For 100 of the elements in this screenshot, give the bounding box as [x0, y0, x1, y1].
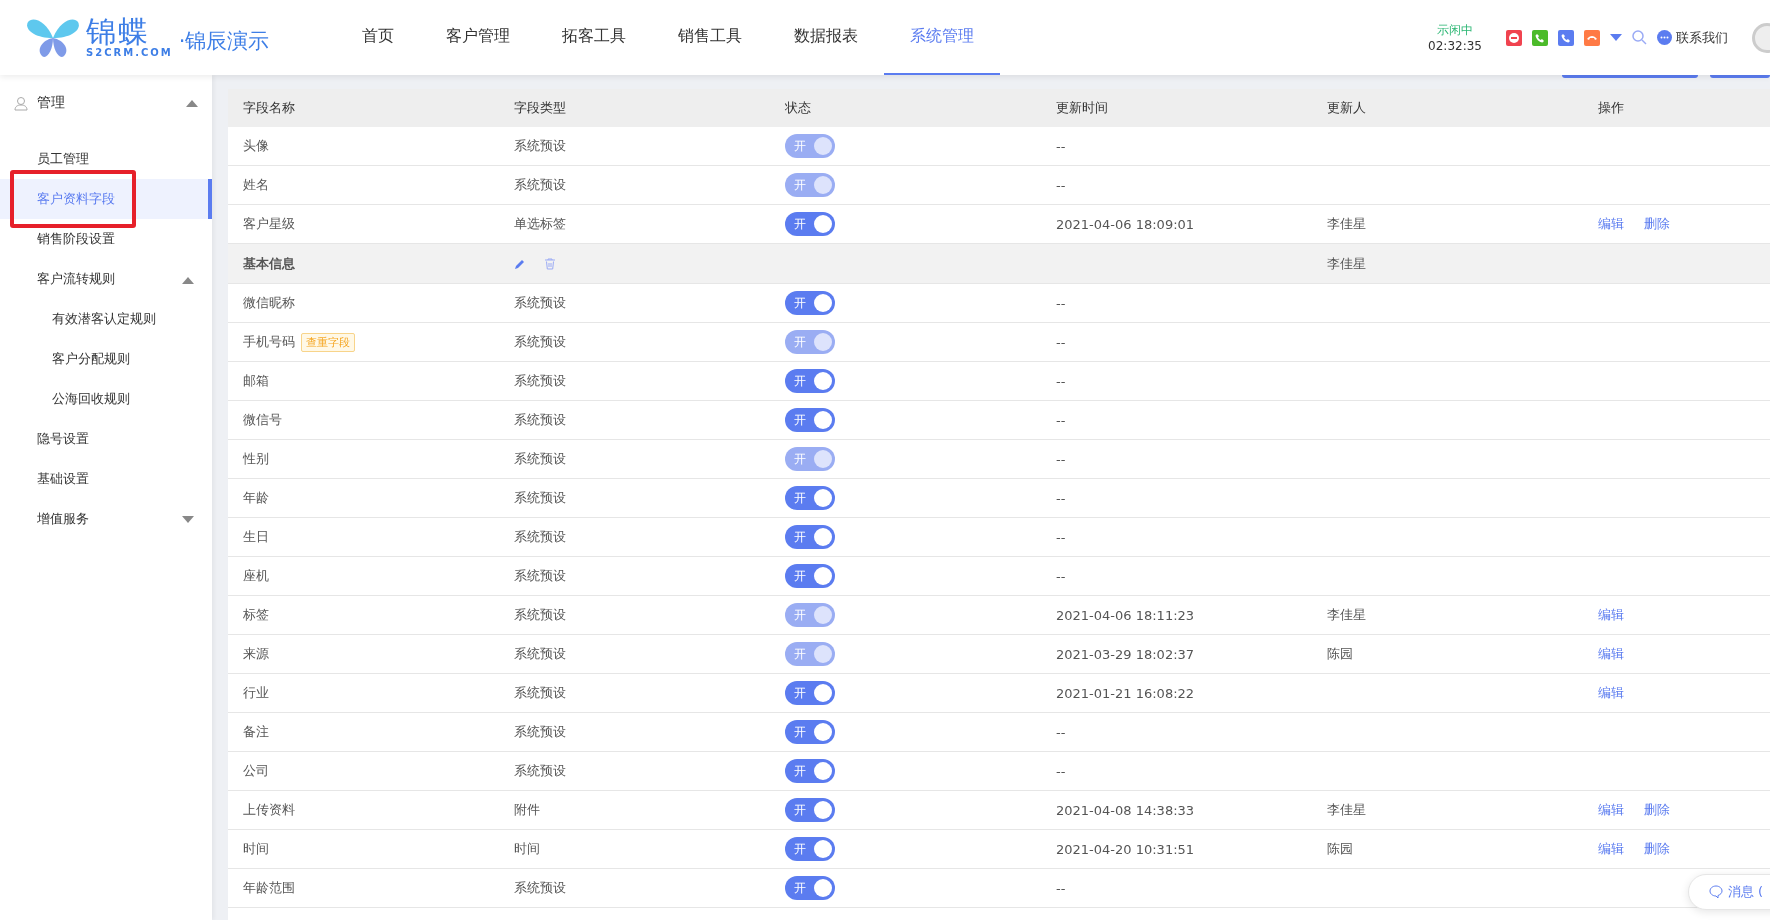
search-icon[interactable] [1632, 30, 1647, 45]
toggle-switch[interactable]: 开 [785, 486, 835, 510]
sidebar-item[interactable]: 有效潜客认定规则 [0, 299, 212, 339]
column-header: 更新人 [1312, 89, 1583, 127]
contact-link[interactable]: 联系我们 [1657, 28, 1728, 47]
updater-text: 陈园 [1327, 645, 1353, 663]
column-header: 操作 [1583, 89, 1770, 127]
update-time: -- [1056, 138, 1066, 154]
action-link[interactable]: 编辑 [1598, 606, 1624, 624]
field-name: 标签 [243, 606, 269, 624]
field-type: 时间 [514, 840, 540, 858]
tag: 查重字段 [301, 332, 355, 352]
field-type: 系统预设 [514, 684, 566, 702]
sidebar-item[interactable]: 基础设置 [0, 459, 212, 499]
update-time: 2021-01-21 16:08:22 [1056, 685, 1195, 701]
field-name: 微信昵称 [243, 294, 295, 312]
field-type: 系统预设 [514, 567, 566, 585]
sidebar-item[interactable]: 客户资料字段 [0, 179, 212, 219]
toggle-switch[interactable]: 开 [785, 876, 835, 900]
field-type: 单选标签 [514, 215, 566, 233]
toggle-switch[interactable]: 开 [785, 408, 835, 432]
action-link[interactable]: 编辑 [1598, 645, 1624, 663]
sidebar-item[interactable]: 客户分配规则 [0, 339, 212, 379]
field-type: 系统预设 [514, 137, 566, 155]
update-time: -- [1056, 373, 1066, 389]
sidebar-item[interactable]: 销售阶段设置 [0, 219, 212, 259]
toggle-switch[interactable]: 开 [785, 291, 835, 315]
busy-icon[interactable] [1506, 29, 1522, 46]
update-time: 2021-04-06 18:09:01 [1056, 216, 1195, 232]
caret-icon[interactable] [182, 515, 194, 524]
toggle-switch[interactable]: 开 [785, 525, 835, 549]
update-time: -- [1056, 724, 1066, 740]
nav-tab[interactable]: 首页 [336, 0, 420, 75]
action-link[interactable]: 删除 [1644, 840, 1670, 858]
logo-text: 锦蝶 [86, 17, 150, 47]
caret-icon[interactable] [182, 275, 194, 284]
update-time: -- [1056, 568, 1066, 584]
update-time: 2021-03-29 18:02:37 [1056, 646, 1195, 662]
field-name: 客户星级 [243, 215, 295, 233]
field-type: 系统预设 [514, 528, 566, 546]
toggle-switch[interactable]: 开 [785, 837, 835, 861]
nav-tab[interactable]: 客户管理 [420, 0, 536, 75]
sidebar-section-title[interactable]: 管理 [37, 94, 177, 112]
toggle-switch[interactable]: 开 [785, 681, 835, 705]
update-time: -- [1056, 295, 1066, 311]
field-name: 时间 [243, 840, 269, 858]
field-type: 系统预设 [514, 723, 566, 741]
updater-text: 陈园 [1327, 840, 1353, 858]
field-name: 座机 [243, 567, 269, 585]
column-header: 字段名称 [228, 89, 499, 127]
action-link[interactable]: 删除 [1644, 215, 1670, 233]
field-name: 生日 [243, 528, 269, 546]
action-link[interactable]: 删除 [1644, 801, 1670, 819]
call-state: 示闲中 [1437, 22, 1474, 39]
update-time: -- [1056, 412, 1066, 428]
action-link[interactable]: 编辑 [1598, 215, 1624, 233]
update-time: -- [1056, 490, 1066, 506]
field-name: 备注 [243, 723, 269, 741]
action-link[interactable]: 编辑 [1598, 801, 1624, 819]
update-time: 2021-04-20 10:31:51 [1056, 841, 1195, 857]
toggle-switch[interactable]: 开 [785, 720, 835, 744]
phone-icon[interactable] [1532, 29, 1548, 46]
field-type: 系统预设 [514, 294, 566, 312]
nav-tab[interactable]: 数据报表 [768, 0, 884, 75]
edit-icon[interactable] [514, 257, 526, 270]
update-time: -- [1056, 529, 1066, 545]
toggle-switch[interactable]: 开 [785, 212, 835, 236]
trash-icon[interactable] [544, 257, 556, 270]
update-time: 2021-04-06 18:11:23 [1056, 607, 1195, 623]
field-type: 系统预设 [514, 411, 566, 429]
toggle-switch[interactable]: 开 [785, 369, 835, 393]
sidebar-item[interactable]: 员工管理 [0, 139, 212, 179]
message-button[interactable]: 消息 ( [1687, 874, 1770, 910]
action-link[interactable]: 编辑 [1598, 684, 1624, 702]
nav-tab[interactable]: 销售工具 [652, 0, 768, 75]
sidebar-item[interactable]: 增值服务 [0, 499, 212, 539]
update-time: -- [1056, 334, 1066, 350]
field-name: 姓名 [243, 176, 269, 194]
caret-icon[interactable] [1610, 33, 1622, 42]
nav-tab[interactable]: 拓客工具 [536, 0, 652, 75]
toggle-switch[interactable]: 开 [785, 798, 835, 822]
field-name: 年龄范围 [243, 879, 295, 897]
field-type: 系统预设 [514, 879, 566, 897]
group-cell: 基本信息 [228, 244, 499, 284]
field-name: 手机号码 [243, 333, 295, 351]
field-name: 公司 [243, 762, 269, 780]
toggle-switch[interactable]: 开 [785, 564, 835, 588]
action-link[interactable]: 编辑 [1598, 840, 1624, 858]
hang-up-icon[interactable] [1584, 29, 1600, 46]
field-type: 系统预设 [514, 645, 566, 663]
sidebar-item[interactable]: 公海回收规则 [0, 379, 212, 419]
caret-icon[interactable] [186, 99, 198, 107]
column-header: 更新时间 [1041, 89, 1312, 127]
field-name: 头像 [243, 137, 269, 155]
updater-text: 李佳星 [1327, 215, 1366, 233]
sidebar-item[interactable]: 客户流转规则 [0, 259, 212, 299]
sidebar-item[interactable]: 隐号设置 [0, 419, 212, 459]
update-time: -- [1056, 880, 1066, 896]
chat-icon [1708, 885, 1723, 899]
toggle-switch[interactable]: 开 [785, 759, 835, 783]
